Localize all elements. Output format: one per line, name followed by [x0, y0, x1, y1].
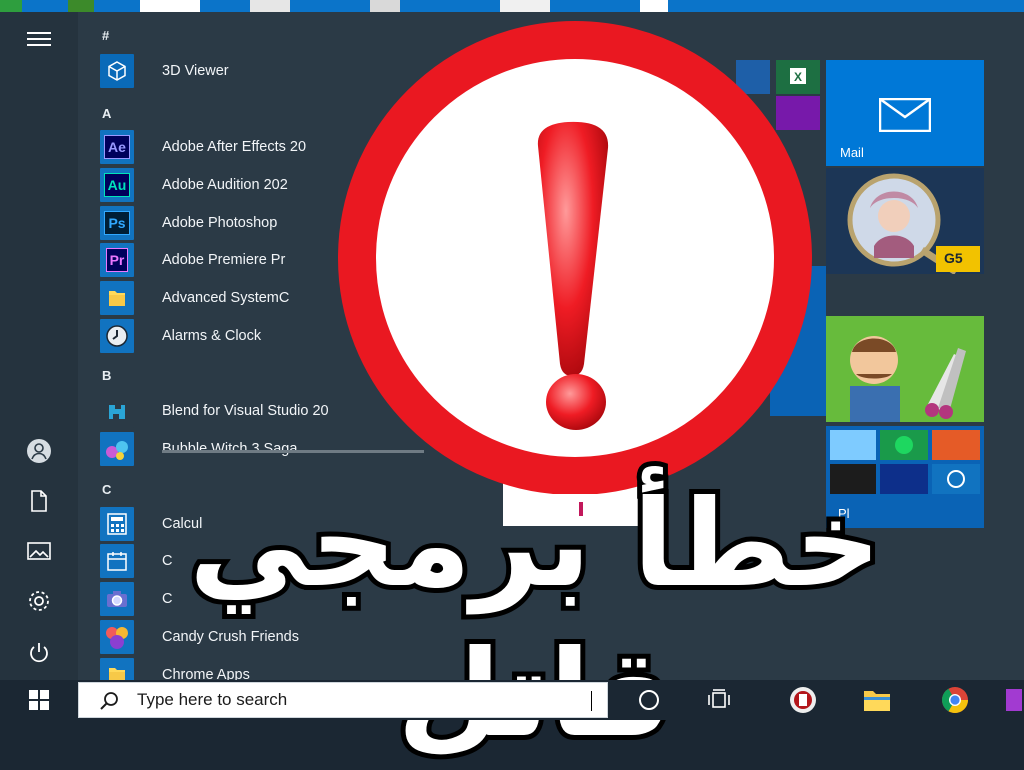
search-icon: [100, 692, 118, 710]
desktop-icon[interactable]: [640, 0, 668, 12]
letter-header[interactable]: C: [102, 482, 111, 497]
desktop-icon[interactable]: [250, 0, 290, 12]
desktop-icon[interactable]: [68, 0, 94, 12]
arabic-title-text: خطأ برمجي قاتل: [184, 470, 888, 769]
g5-badge: G5: [944, 250, 963, 266]
taskbar-app-partial[interactable]: [1004, 684, 1024, 716]
3d-viewer-icon: [100, 54, 134, 88]
premiere-icon: Pr: [100, 243, 134, 277]
calendar-icon: [100, 544, 134, 578]
taskbar-app-button[interactable]: [786, 684, 820, 716]
desktop-strip: [0, 0, 1024, 12]
after-effects-icon: Ae: [100, 130, 134, 164]
camera-icon: [100, 582, 134, 616]
chrome-icon: [942, 687, 968, 713]
app-label: Adobe Photoshop: [162, 215, 278, 231]
letter-header[interactable]: A: [102, 106, 111, 121]
folder-icon: [864, 691, 890, 711]
game-art-image: [826, 316, 984, 422]
app-label: Advanced SystemC: [162, 290, 290, 306]
app-label: Adobe Premiere Pr: [162, 252, 286, 268]
letter-header[interactable]: #: [102, 28, 109, 43]
clock-icon: [100, 319, 134, 353]
desktop-icon[interactable]: [370, 0, 400, 12]
app-label: Chrome Apps: [162, 667, 250, 680]
desktop-icon[interactable]: [500, 0, 550, 12]
cortana-button[interactable]: [632, 684, 666, 716]
start-rail: [0, 12, 78, 680]
app-label: Candy Crush Friends: [162, 629, 299, 645]
app-label: Blend for Visual Studio 20: [162, 403, 329, 419]
bubble-witch-icon: [100, 432, 134, 466]
mail-icon: [879, 98, 931, 132]
tile-gardenscapes[interactable]: [826, 316, 984, 422]
desktop-icon[interactable]: [0, 0, 22, 12]
task-view-icon: [708, 689, 730, 708]
start-button[interactable]: [22, 684, 56, 716]
calculator-icon: [100, 507, 134, 541]
windows-logo-icon: [29, 690, 49, 710]
gear-icon[interactable]: [20, 584, 58, 618]
power-icon[interactable]: [20, 636, 58, 670]
folder-icon: [100, 281, 134, 315]
tile-hidden-city[interactable]: G5: [826, 168, 984, 275]
app-label: Adobe Audition 202: [162, 177, 288, 193]
letter-header[interactable]: B: [102, 368, 111, 383]
blend-icon: [100, 394, 134, 428]
taskbar-search-box[interactable]: Type here to search: [78, 682, 608, 718]
candy-crush-icon: [100, 620, 134, 654]
search-placeholder: Type here to search: [137, 690, 288, 709]
app-label: Adobe After Effects 20: [162, 139, 307, 155]
folder-icon: [100, 658, 134, 680]
user-icon[interactable]: [20, 434, 58, 468]
chrome-button[interactable]: [938, 684, 972, 716]
pictures-icon[interactable]: [20, 534, 58, 568]
app-chrome-apps[interactable]: Chrome Apps: [100, 658, 420, 680]
app-logo-icon: [790, 687, 816, 713]
text-caret: [591, 691, 592, 711]
warning-exclamation-icon: [338, 21, 812, 494]
mail-tile-label: Mail: [840, 145, 864, 160]
desktop-icon[interactable]: [140, 0, 200, 12]
app-label: 3D Viewer: [162, 63, 229, 79]
app-label: Bubble Witch 3 Saga: [162, 441, 298, 457]
cortana-circle-icon: [639, 690, 659, 710]
audition-icon: Au: [100, 168, 134, 202]
photoshop-icon: Ps: [100, 206, 134, 240]
app-icon: [1006, 689, 1022, 711]
app-candy-crush-friends[interactable]: Candy Crush Friends: [100, 620, 420, 654]
document-icon[interactable]: [20, 484, 58, 518]
app-label: Alarms & Clock: [162, 328, 262, 344]
file-explorer-button[interactable]: [860, 684, 894, 716]
tile-mail[interactable]: Mail: [826, 60, 984, 166]
hamburger-icon[interactable]: [20, 22, 58, 56]
task-view-button[interactable]: [702, 684, 736, 716]
